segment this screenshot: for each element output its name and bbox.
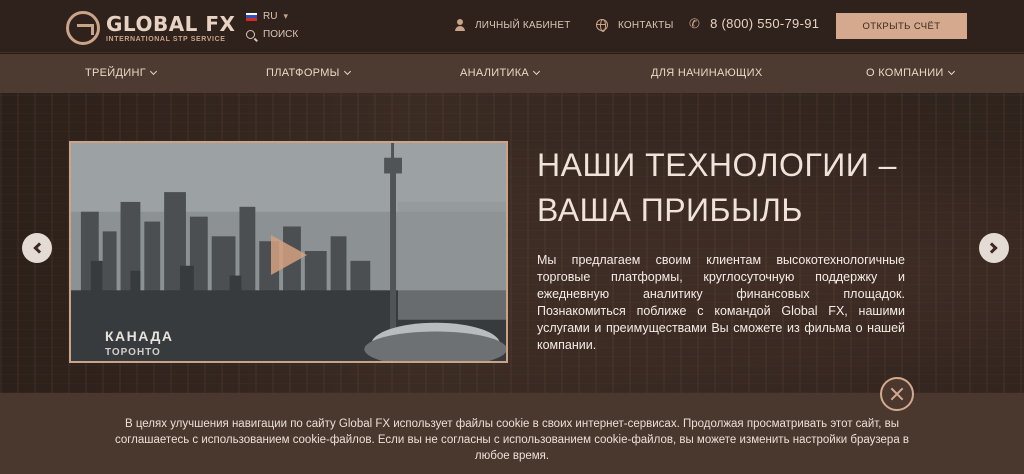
chevron-down-icon: [533, 67, 541, 76]
hero-slider: КАНАДА ТОРОНТО НАШИ ТЕХНОЛОГИИ – ВАША ПР…: [0, 93, 1024, 393]
search-button[interactable]: ПОИСК: [246, 29, 298, 40]
hero-description: Мы предлагаем своим клиентам высокотехно…: [537, 253, 905, 352]
slider-prev-button[interactable]: [22, 233, 52, 263]
logo-tagline: INTERNATIONAL STP SERVICE: [106, 35, 226, 43]
hero-title: НАШИ ТЕХНОЛОГИИ – ВАША ПРИБЫЛЬ: [537, 143, 937, 233]
phone-icon: ✆: [689, 15, 701, 31]
search-icon: [246, 30, 255, 39]
slider-next-button[interactable]: [979, 233, 1009, 263]
chevron-left-icon: [33, 242, 45, 254]
nav-item-label: ДЛЯ НАЧИНАЮЩИХ: [651, 67, 763, 79]
logo[interactable]: GLOBAL FX INTERNATIONAL STP SERVICE: [66, 8, 236, 48]
video-player[interactable]: КАНАДА ТОРОНТО: [69, 141, 508, 363]
chevron-down-icon: ▾: [283, 11, 288, 21]
search-label: ПОИСК: [263, 29, 299, 40]
nav-item-label: ТРЕЙДИНГ: [85, 67, 146, 79]
nav-item-analytics[interactable]: АНАЛИТИКА: [460, 67, 541, 79]
chevron-down-icon: [343, 67, 351, 76]
cookie-text: В целях улучшения навигации по сайту Glo…: [114, 418, 910, 462]
language-selector[interactable]: RU ▾: [246, 11, 288, 22]
contacts-label: КОНТАКТЫ: [618, 19, 674, 31]
chevron-right-icon: [986, 242, 998, 254]
account-link[interactable]: ЛИЧНЫЙ КАБИНЕТ: [455, 19, 571, 31]
cookie-banner: В целях улучшения навигации по сайту Glo…: [0, 393, 1024, 474]
phone-number: 8 (800) 550-79-91: [710, 16, 820, 31]
hero-title-line1: НАШИ ТЕХНОЛОГИИ –: [537, 147, 897, 183]
main-nav: ТРЕЙДИНГ ПЛАТФОРМЫ АНАЛИТИКА ДЛЯ НАЧИНАЮ…: [0, 54, 1024, 93]
nav-item-label: АНАЛИТИКА: [460, 67, 530, 79]
russia-flag-icon: [246, 12, 257, 21]
chevron-down-icon: [149, 67, 158, 76]
close-icon: [890, 387, 904, 401]
phone-link[interactable]: ✆ 8 (800) 550-79-91: [689, 16, 819, 31]
open-account-button[interactable]: ОТКРЫТЬ СЧЁТ: [836, 13, 967, 39]
nav-item-beginners[interactable]: ДЛЯ НАЧИНАЮЩИХ: [651, 67, 762, 79]
nav-item-trading[interactable]: ТРЕЙДИНГ: [85, 67, 158, 79]
video-country-label: КАНАДА: [105, 328, 174, 344]
nav-item-platforms[interactable]: ПЛАТФОРМЫ: [266, 67, 351, 79]
globe-icon: [596, 19, 608, 32]
hero-title-line2: ВАША ПРИБЫЛЬ: [537, 192, 803, 228]
chevron-down-icon: [947, 67, 955, 76]
video-city-label: ТОРОНТО: [105, 347, 161, 358]
account-label: ЛИЧНЫЙ КАБИНЕТ: [475, 19, 571, 31]
language-label: RU: [263, 11, 278, 22]
nav-item-label: О КОМПАНИИ: [866, 67, 944, 79]
cookie-close-button[interactable]: [880, 377, 914, 411]
nav-item-label: ПЛАТФОРМЫ: [266, 67, 340, 79]
top-bar: GLOBAL FX INTERNATIONAL STP SERVICE RU ▾…: [0, 0, 1024, 53]
user-icon: [455, 19, 465, 31]
nav-item-about[interactable]: О КОМПАНИИ: [866, 67, 955, 79]
logo-name: GLOBAL FX: [106, 11, 236, 36]
contacts-link[interactable]: КОНТАКТЫ: [596, 19, 674, 32]
logo-globe-icon: [66, 11, 100, 45]
play-icon[interactable]: [271, 235, 307, 275]
